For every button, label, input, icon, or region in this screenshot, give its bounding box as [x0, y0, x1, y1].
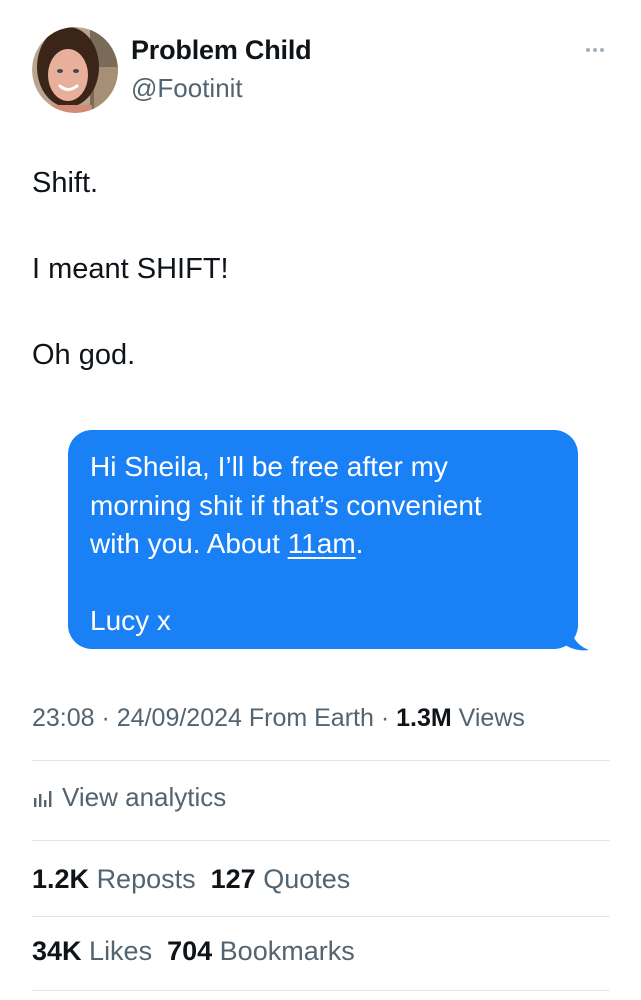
quotes-count: 127 — [210, 864, 256, 894]
view-analytics-link[interactable]: View analytics — [32, 782, 226, 813]
views-label: Views — [458, 704, 525, 732]
more-dot-icon — [593, 48, 597, 52]
message-line-text: . — [355, 528, 364, 559]
time-link: 11am — [287, 528, 356, 559]
more-dot-icon — [586, 48, 590, 52]
likes-count: 34K — [32, 936, 82, 966]
likes-stat[interactable]: 34K Likes — [32, 936, 152, 966]
message-line: morning shit if that’s convenient — [90, 489, 482, 521]
bookmarks-count: 704 — [167, 936, 213, 966]
avatar-image — [32, 27, 118, 113]
reposts-count: 1.2K — [32, 864, 90, 894]
bookmarks-label: Bookmarks — [219, 936, 355, 966]
message-spacer — [90, 564, 570, 603]
divider — [32, 840, 610, 841]
more-dot-icon — [600, 48, 604, 52]
tweet-time[interactable]: 23:08 — [32, 704, 95, 732]
likes-label: Likes — [89, 936, 153, 966]
author-display-name[interactable]: Problem Child — [131, 35, 312, 66]
message-line: with you. About 11am. — [90, 525, 570, 564]
bookmarks-stat[interactable]: 704 Bookmarks — [167, 936, 355, 966]
tweet-source: From Earth — [248, 704, 374, 732]
tweet-meta: 23:08 · 24/09/2024 From Earth · 1.3M Vie… — [32, 704, 525, 733]
message-line-text: with you. About — [90, 528, 288, 559]
tweet-date[interactable]: 24/09/2024 — [117, 704, 242, 732]
meta-separator: · — [373, 704, 397, 732]
bar-chart-icon — [34, 790, 52, 807]
tweet-text-line: Shift. — [32, 167, 99, 199]
author-handle[interactable]: @Footinit — [131, 73, 243, 104]
divider — [32, 990, 610, 991]
reposts-stat[interactable]: 1.2K Reposts — [32, 864, 196, 894]
divider — [32, 760, 610, 761]
views-count: 1.3M — [396, 704, 452, 732]
view-analytics-label: View analytics — [62, 782, 227, 812]
divider — [32, 916, 610, 917]
message-line: Hi Sheila, I’ll be free after my — [90, 451, 448, 482]
message-bubble-image[interactable]: Hi Sheila, I’ll be free after my morning… — [68, 430, 589, 652]
stats-row-likes-bookmarks: 34K Likes 704 Bookmarks — [32, 936, 355, 967]
quotes-stat[interactable]: 127 Quotes — [211, 864, 351, 894]
message-text: Hi Sheila, I’ll be free after my morning… — [90, 448, 570, 641]
more-options-button[interactable] — [580, 40, 610, 60]
tweet-text-line: Oh god. — [32, 339, 136, 371]
tweet-text-line: I meant SHIFT! — [32, 253, 229, 285]
stats-row-reposts-quotes: 1.2K Reposts 127 Quotes — [32, 864, 350, 895]
quotes-label: Quotes — [263, 864, 351, 894]
message-signoff: Lucy x — [90, 605, 171, 636]
avatar[interactable] — [32, 27, 118, 113]
reposts-label: Reposts — [96, 864, 196, 894]
meta-separator: · — [94, 704, 117, 732]
